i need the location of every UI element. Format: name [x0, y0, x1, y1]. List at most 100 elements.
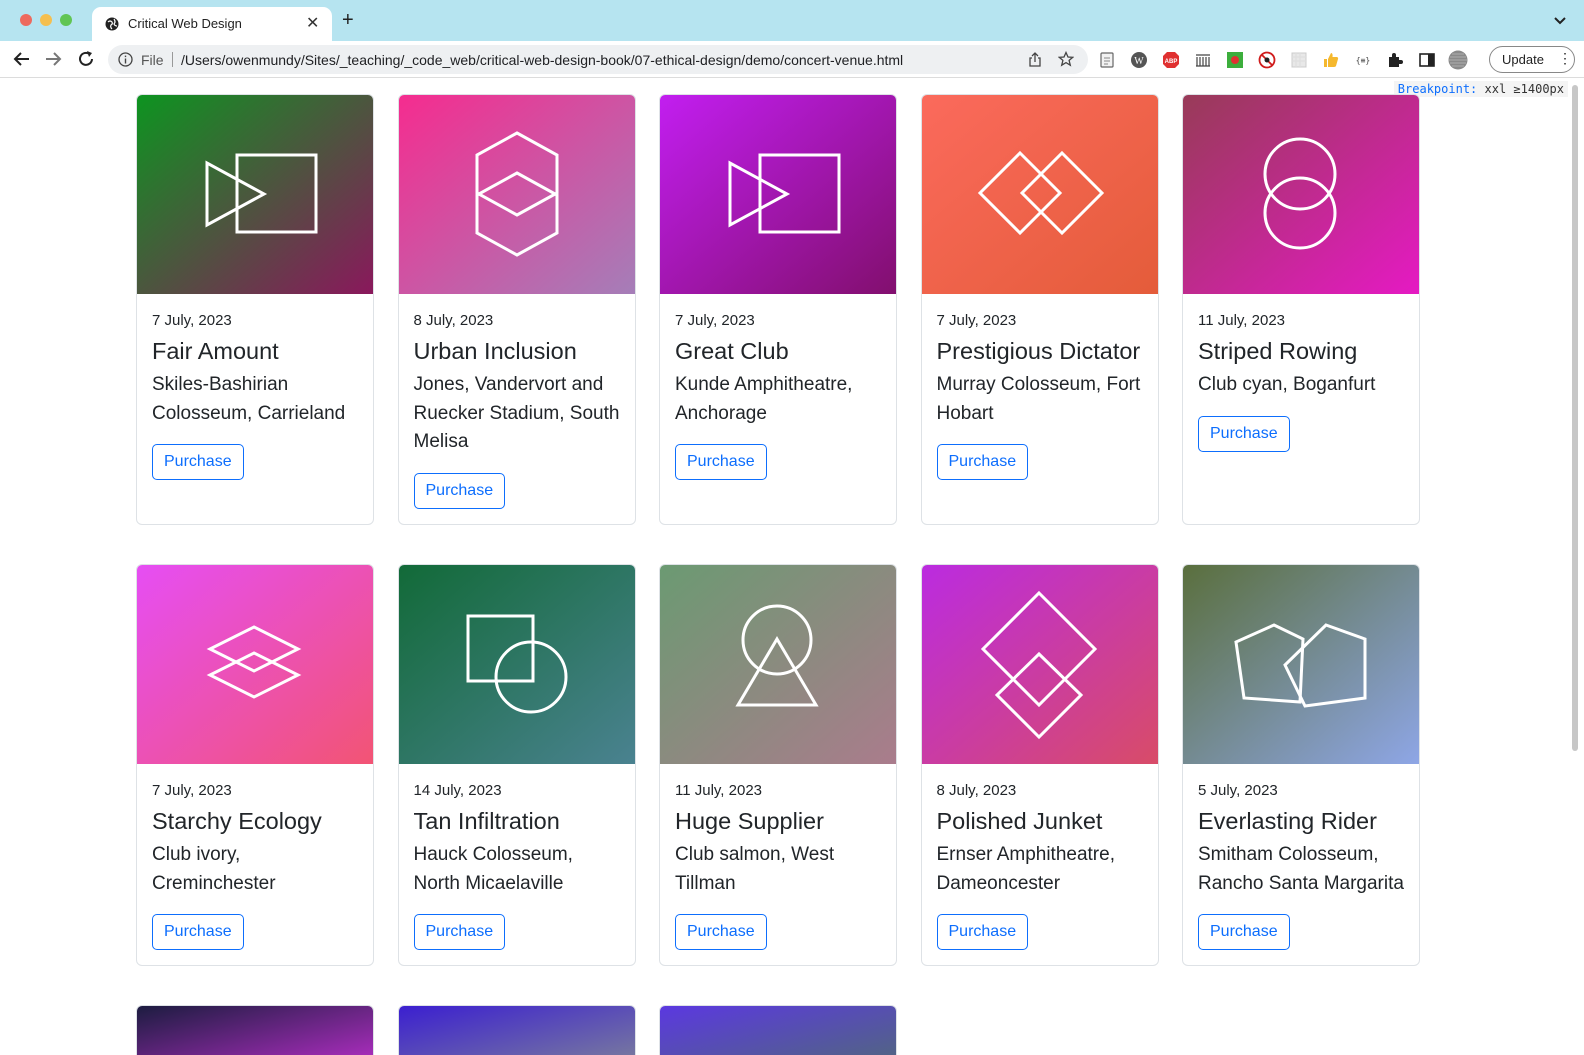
svg-text:ABP: ABP: [1165, 59, 1178, 65]
purchase-button[interactable]: Purchase: [413, 472, 506, 509]
new-tab-icon[interactable]: +: [342, 10, 354, 30]
puzzle-extensions-icon[interactable]: [1386, 51, 1404, 69]
privacy-extension-icon[interactable]: [1258, 51, 1276, 69]
reload-icon[interactable]: [76, 49, 96, 69]
card-body: 7 July, 2023 Fair Amount Skiles-Bashiria…: [137, 294, 373, 495]
adblock-extension-icon[interactable]: ABP: [1162, 51, 1180, 69]
purchase-button[interactable]: Purchase: [675, 444, 767, 480]
concert-date: 11 July, 2023: [675, 782, 763, 799]
concert-venue: Club cyan, Boganfurt: [1198, 374, 1376, 395]
url-text[interactable]: /Users/owenmundy/Sites/_teaching/_code_w…: [181, 52, 903, 68]
purchase-button[interactable]: Purchase: [936, 914, 1029, 950]
tab-bar: Critical Web Design ✕ +: [0, 0, 1584, 41]
purchase-button[interactable]: Purchase: [152, 914, 244, 950]
concert-title: Everlasting Rider: [1198, 808, 1377, 834]
more-menu-icon[interactable]: ⋮: [1558, 50, 1572, 67]
page-scrollbar[interactable]: [1572, 79, 1580, 1055]
browser-toolbar: File /Users/owenmundy/Sites/_teaching/_c…: [0, 41, 1584, 78]
circle-triangle-icon: [660, 565, 896, 764]
concert-image: [1183, 565, 1419, 764]
concert-venue: Kunde Amphitheatre, Anchorage: [675, 374, 853, 424]
twin-pentagons-icon: [1183, 565, 1419, 764]
purchase-button[interactable]: Purchase: [936, 444, 1029, 480]
chevron-down-icon[interactable]: [1553, 14, 1567, 28]
concert-image: [137, 565, 373, 764]
stacked-diamonds-icon: [921, 565, 1158, 764]
concert-image: [137, 1006, 373, 1055]
concert-card: 8 July, 2023 Urban Inclusion Jones, Vand…: [397, 94, 636, 525]
close-tab-icon[interactable]: ✕: [306, 13, 319, 33]
concert-card-partial: [659, 1005, 897, 1055]
concert-image: [1183, 95, 1419, 294]
concert-title: Polished Junket: [936, 808, 1103, 834]
concert-date: 14 July, 2023: [413, 782, 502, 799]
browser-tab[interactable]: Critical Web Design ✕: [92, 7, 332, 41]
minimize-window-button[interactable]: [40, 14, 52, 26]
close-window-button[interactable]: [20, 14, 32, 26]
concert-card: 7 July, 2023 Prestigious Dictator Murray…: [920, 94, 1159, 525]
concert-venue: Jones, Vandervort and Ruecker Stadium, S…: [413, 374, 620, 452]
card-body: 8 July, 2023 Urban Inclusion Jones, Vand…: [399, 294, 635, 524]
concert-image: [921, 565, 1158, 764]
card-body: 14 July, 2023 Tan Infiltration Hauck Col…: [399, 764, 635, 965]
concert-date: 8 July, 2023: [936, 782, 1017, 799]
reader-extension-icon[interactable]: [1098, 51, 1116, 69]
concert-card: 11 July, 2023 Huge Supplier Club salmon,…: [659, 564, 897, 966]
svg-text:{≡}: {≡}: [1356, 56, 1370, 65]
layered-diamonds-icon: [137, 565, 373, 764]
card-body: 7 July, 2023 Prestigious Dictator Murray…: [922, 294, 1158, 495]
concert-card: 5 July, 2023 Everlasting Rider Smitham C…: [1182, 564, 1420, 966]
concert-title: Huge Supplier: [675, 808, 824, 834]
concert-image: [398, 95, 635, 294]
purchase-button[interactable]: Purchase: [413, 914, 506, 950]
concert-image: [660, 95, 896, 294]
breakpoint-value: xxl ≥1400px: [1484, 82, 1564, 96]
update-button[interactable]: Update ⋮: [1489, 46, 1575, 73]
card-body: 7 July, 2023 Starchy Ecology Club ivory,…: [137, 764, 373, 965]
info-icon[interactable]: [118, 52, 133, 67]
breakpoint-indicator: Breakpoint: xxl ≥1400px: [1393, 81, 1568, 97]
concert-venue: Club ivory, Creminchester: [152, 844, 276, 894]
stacked-circles-icon: [1183, 95, 1419, 294]
concert-date: 7 July, 2023: [152, 782, 232, 799]
purchase-button[interactable]: Purchase: [675, 914, 767, 950]
concert-date: 11 July, 2023: [1198, 312, 1286, 329]
forward-icon[interactable]: [43, 49, 63, 69]
card-body: 7 July, 2023 Great Club Kunde Amphitheat…: [660, 294, 896, 495]
play-rectangle-icon: [137, 95, 373, 294]
bookmark-star-icon[interactable]: [1058, 51, 1074, 67]
card-body: 5 July, 2023 Everlasting Rider Smitham C…: [1183, 764, 1419, 965]
profile-avatar-icon[interactable]: [1448, 50, 1468, 70]
purchase-button[interactable]: Purchase: [1198, 415, 1290, 452]
wordpress-extension-icon[interactable]: W: [1130, 51, 1148, 69]
concert-card: 11 July, 2023 Striped Rowing Club cyan, …: [1182, 94, 1420, 525]
purchase-button[interactable]: Purchase: [1198, 914, 1290, 950]
thumbs-up-extension-icon[interactable]: [1322, 51, 1340, 69]
concert-card: 7 July, 2023 Starchy Ecology Club ivory,…: [136, 564, 374, 966]
concert-card-partial: [397, 1005, 636, 1055]
archive-extension-icon[interactable]: [1194, 51, 1212, 69]
address-bar[interactable]: File /Users/owenmundy/Sites/_teaching/_c…: [108, 45, 1088, 74]
share-icon[interactable]: [1028, 52, 1042, 67]
url-scheme-label: File: [141, 52, 164, 68]
code-extension-icon[interactable]: {≡}: [1354, 51, 1372, 69]
purchase-button[interactable]: Purchase: [152, 444, 244, 480]
color-picker-extension-icon[interactable]: [1226, 51, 1244, 69]
side-panel-icon[interactable]: [1418, 51, 1436, 69]
globe-icon: [105, 17, 119, 31]
concert-card-partial: [136, 1005, 374, 1055]
tab-title: Critical Web Design: [128, 16, 242, 31]
concert-date: 5 July, 2023: [1198, 782, 1278, 799]
concert-venue: Murray Colosseum, Fort Hobart: [936, 374, 1141, 424]
page-viewport: Breakpoint: xxl ≥1400px 7 July, 2023 Fai…: [0, 79, 1584, 1055]
scrollbar-thumb[interactable]: [1572, 85, 1578, 751]
maximize-window-button[interactable]: [60, 14, 72, 26]
double-diamond-icon: [921, 95, 1158, 294]
back-icon[interactable]: [12, 49, 32, 69]
concert-card: 7 July, 2023 Fair Amount Skiles-Bashiria…: [136, 94, 374, 525]
concert-venue: Skiles-Bashirian Colosseum, Carrieland: [152, 374, 346, 424]
concert-venue: Hauck Colosseum, North Micaelaville: [413, 844, 573, 894]
svg-text:W: W: [1134, 56, 1144, 67]
grid-extension-icon[interactable]: [1290, 51, 1308, 69]
concert-image: [921, 95, 1158, 294]
